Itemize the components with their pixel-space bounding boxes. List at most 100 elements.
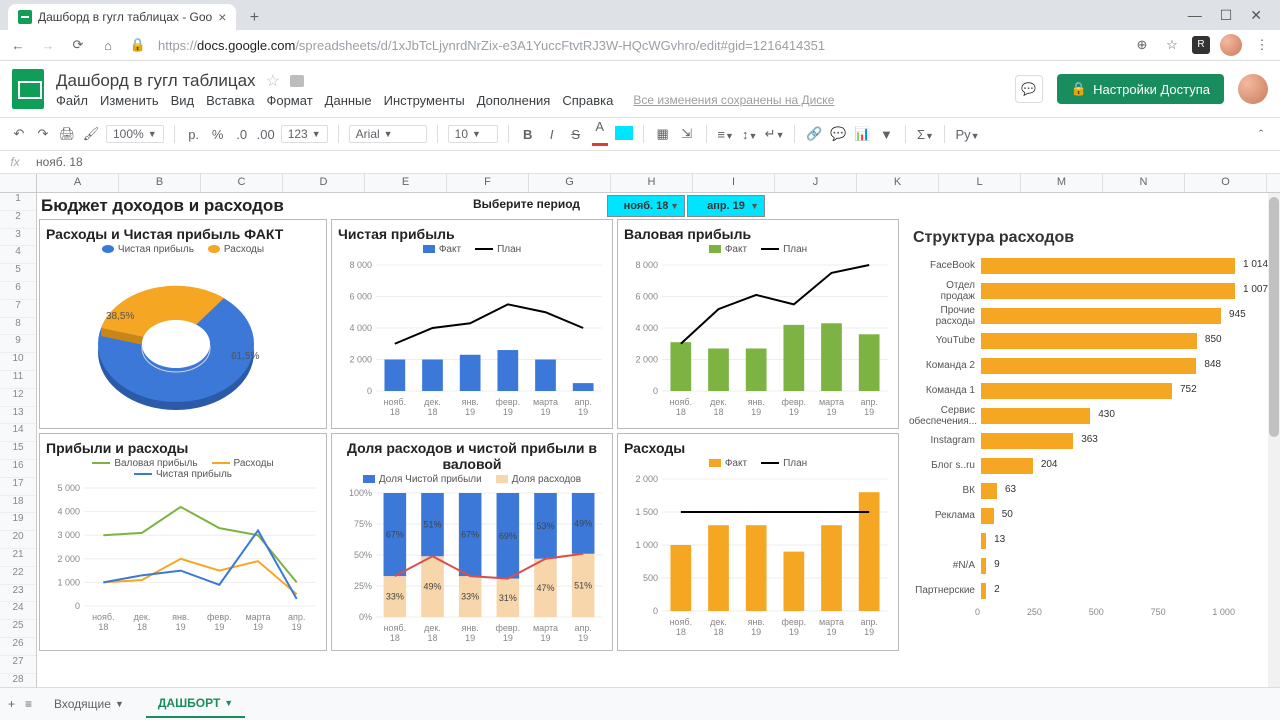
row-header[interactable]: 22 [0, 567, 36, 585]
col-header[interactable]: C [201, 174, 283, 192]
col-header[interactable]: G [529, 174, 611, 192]
col-header[interactable]: M [1021, 174, 1103, 192]
dec-add-button[interactable]: .00 [257, 127, 275, 142]
filter-icon[interactable]: ▼ [877, 127, 895, 142]
col-header[interactable]: H [611, 174, 693, 192]
new-tab-button[interactable]: + [242, 6, 266, 30]
menu-file[interactable]: Файл [56, 93, 88, 108]
dec-remove-button[interactable]: .0 [233, 127, 251, 142]
col-header[interactable]: N [1103, 174, 1185, 192]
col-header[interactable]: O [1185, 174, 1267, 192]
num-format-select[interactable]: 123▼ [281, 125, 328, 143]
functions-icon[interactable]: Σ▼ [916, 127, 934, 142]
halign-icon[interactable]: ≡▼ [717, 127, 735, 142]
account-avatar[interactable] [1238, 74, 1268, 104]
col-header[interactable]: A [37, 174, 119, 192]
col-header[interactable]: K [857, 174, 939, 192]
bold-button[interactable]: B [519, 127, 537, 142]
redo-icon[interactable]: ↷ [34, 126, 52, 142]
back-icon[interactable]: ← [8, 38, 28, 53]
move-folder-icon[interactable] [290, 75, 304, 87]
row-header[interactable]: 19 [0, 513, 36, 531]
menu-tools[interactable]: Инструменты [384, 93, 465, 108]
menu-view[interactable]: Вид [171, 93, 195, 108]
row-header[interactable]: 27 [0, 656, 36, 674]
link-icon[interactable]: 🔗 [805, 126, 823, 142]
row-header[interactable]: 25 [0, 620, 36, 638]
row-header[interactable]: 21 [0, 549, 36, 567]
text-color-button[interactable]: A [591, 119, 609, 149]
extension-icon[interactable]: R [1192, 36, 1210, 54]
vertical-scrollbar[interactable] [1268, 193, 1280, 687]
star-icon[interactable]: ☆ [266, 71, 280, 91]
paint-icon[interactable]: 🖌 [82, 126, 100, 142]
row-header[interactable]: 4 [0, 246, 36, 264]
row-header[interactable]: 13 [0, 407, 36, 425]
all-sheets-button[interactable]: ≡ [25, 697, 32, 711]
profile-avatar[interactable] [1220, 34, 1242, 56]
minimize-icon[interactable]: — [1188, 7, 1202, 24]
menu-dots-icon[interactable]: ⋮ [1252, 37, 1272, 53]
row-header[interactable]: 6 [0, 282, 36, 300]
row-header[interactable]: 3 [0, 229, 36, 247]
col-header[interactable]: F [447, 174, 529, 192]
valign-icon[interactable]: ↕▼ [741, 127, 759, 142]
row-header[interactable]: 1 [0, 193, 36, 211]
wrap-icon[interactable]: ↵▼ [765, 126, 785, 142]
merge-icon[interactable]: ⇲ [678, 126, 696, 142]
translate-icon[interactable]: ⊕ [1132, 37, 1152, 53]
row-header[interactable]: 11 [0, 371, 36, 389]
row-header[interactable]: 24 [0, 602, 36, 620]
row-header[interactable]: 8 [0, 318, 36, 336]
maximize-icon[interactable]: ☐ [1220, 7, 1233, 24]
formula-bar[interactable]: fx нояб. 18 [0, 151, 1280, 174]
row-header[interactable]: 9 [0, 335, 36, 353]
percent-button[interactable]: % [209, 127, 227, 142]
fill-color-button[interactable] [615, 125, 633, 143]
row-header[interactable]: 2 [0, 211, 36, 229]
menu-insert[interactable]: Вставка [206, 93, 254, 108]
bookmark-icon[interactable]: ☆ [1162, 37, 1182, 53]
borders-icon[interactable]: ▦ [654, 126, 672, 142]
comments-button[interactable]: 💬 [1015, 75, 1043, 103]
strike-button[interactable]: S [567, 127, 585, 142]
col-header[interactable]: E [365, 174, 447, 192]
row-header[interactable]: 10 [0, 353, 36, 371]
row-header[interactable]: 23 [0, 585, 36, 603]
sheet-tab-inbox[interactable]: Входящие▼ [42, 691, 136, 717]
sheet-tab-dashboard[interactable]: ДАШБОРТ▼ [146, 690, 245, 718]
chart-icon[interactable]: 📊 [853, 126, 871, 142]
currency-button[interactable]: р. [185, 127, 203, 142]
doc-title[interactable]: Дашборд в гугл таблицах [56, 71, 256, 91]
sheet-canvas[interactable]: Бюджет доходов и расходов Выберите перио… [37, 193, 1280, 687]
browser-tab[interactable]: Дашборд в гугл таблицах - Goo × [8, 4, 236, 30]
row-header[interactable]: 14 [0, 424, 36, 442]
row-header[interactable]: 15 [0, 442, 36, 460]
undo-icon[interactable]: ↶ [10, 126, 28, 142]
menu-addons[interactable]: Дополнения [477, 93, 551, 108]
row-header[interactable]: 5 [0, 264, 36, 282]
menu-format[interactable]: Формат [266, 93, 312, 108]
reload-icon[interactable]: ⟳ [68, 37, 88, 53]
row-header[interactable]: 28 [0, 674, 36, 687]
share-button[interactable]: 🔒 Настройки Доступа [1057, 74, 1224, 104]
menu-data[interactable]: Данные [325, 93, 372, 108]
input-lang-button[interactable]: Ру▼ [955, 127, 979, 142]
row-header[interactable]: 26 [0, 638, 36, 656]
close-tab-icon[interactable]: × [218, 9, 226, 25]
row-header[interactable]: 12 [0, 389, 36, 407]
period-to-select[interactable]: апр. 19▼ [687, 195, 765, 217]
home-icon[interactable]: ⌂ [98, 38, 118, 53]
col-header[interactable]: L [939, 174, 1021, 192]
col-header[interactable]: J [775, 174, 857, 192]
forward-icon[interactable]: → [38, 38, 58, 53]
col-header[interactable]: D [283, 174, 365, 192]
collapse-toolbar-icon[interactable]: ˆ [1252, 127, 1270, 142]
menu-help[interactable]: Справка [562, 93, 613, 108]
italic-button[interactable]: I [543, 127, 561, 142]
menu-edit[interactable]: Изменить [100, 93, 159, 108]
sheets-logo-icon[interactable] [12, 69, 44, 109]
zoom-select[interactable]: 100%▼ [106, 125, 164, 143]
col-header[interactable]: I [693, 174, 775, 192]
url-field[interactable]: https://docs.google.com/spreadsheets/d/1… [158, 38, 1122, 53]
